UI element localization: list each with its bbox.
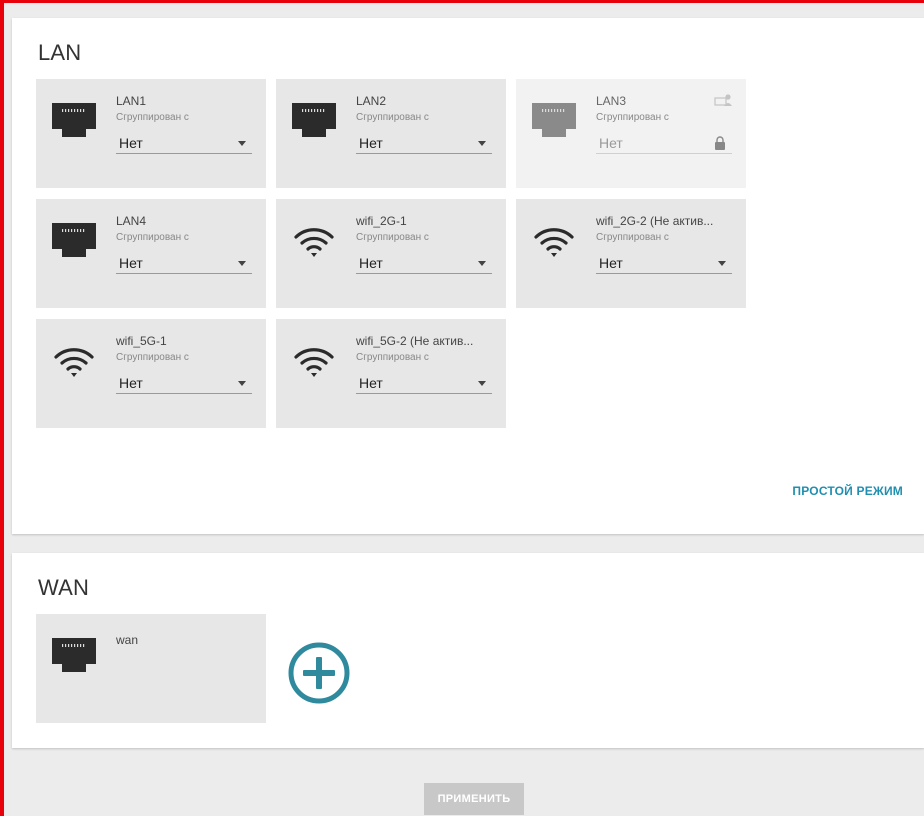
wifi-icon [54,348,94,377]
group-select-value: Нет [119,375,143,391]
group-select-value: Нет [119,135,143,151]
group-label: Сгруппирован с [356,112,429,123]
group-select[interactable]: Нет [356,131,492,154]
port-name: LAN4 [116,214,147,228]
port-name: LAN1 [116,94,147,108]
port-name: LAN3 [596,94,627,108]
port-card-wifi-2g-1: wifi_2G-1 Сгруппирован с Нет [276,199,506,308]
add-wan-button[interactable] [287,641,351,705]
dropdown-arrow-icon [478,141,486,146]
ethernet-port-icon [52,638,96,672]
dropdown-arrow-icon [238,381,246,386]
port-card-lan3: LAN3 Сгруппирован с Нет [516,79,746,188]
group-label: Сгруппирован с [596,112,669,123]
dropdown-arrow-icon [478,381,486,386]
ethernet-port-icon [532,103,576,137]
frame-left-border [0,0,4,816]
group-select[interactable]: Нет [116,131,252,154]
lan-section-title: LAN [38,40,82,65]
port-card-wifi-5g-1: wifi_5G-1 Сгруппирован с Нет [36,319,266,428]
port-card-wifi-5g-2: wifi_5G-2 (Не актив... Сгруппирован с Не… [276,319,506,428]
group-label: Сгруппирован с [356,232,429,243]
port-name: wifi_5G-2 (Не актив... [356,334,474,348]
group-select: Нет [596,131,732,154]
group-select-value: Нет [359,255,383,271]
port-card-wifi-2g-2: wifi_2G-2 (Не актив... Сгруппирован с Не… [516,199,746,308]
port-name: wifi_2G-2 (Не актив... [596,214,714,228]
port-name: wifi_5G-1 [116,334,167,348]
group-label: Сгруппирован с [356,352,429,363]
ethernet-port-icon [52,223,96,257]
dropdown-arrow-icon [718,261,726,266]
wan-panel: WAN wan [12,553,924,748]
apply-button[interactable]: ПРИМЕНИТЬ [424,783,524,815]
wifi-icon [534,228,574,257]
group-select-value: Нет [359,375,383,391]
dropdown-arrow-icon [238,141,246,146]
wifi-icon [294,228,334,257]
port-card-wan[interactable]: wan [36,614,266,723]
group-label: Сгруппирован с [116,352,189,363]
dropdown-arrow-icon [238,261,246,266]
port-name: wifi_2G-1 [356,214,407,228]
lock-icon [715,136,725,150]
group-select[interactable]: Нет [116,251,252,274]
ethernet-port-icon [52,103,96,137]
port-name: wan [116,633,139,647]
group-select-value: Нет [359,135,383,151]
group-label: Сгруппирован с [116,232,189,243]
port-card-lan1: LAN1 Сгруппирован с Нет [36,79,266,188]
dropdown-arrow-icon [478,261,486,266]
group-select-value: Нет [599,255,623,271]
group-select-value: Нет [599,135,623,151]
frame-top-border [0,0,924,3]
group-select[interactable]: Нет [356,251,492,274]
group-select[interactable]: Нет [356,371,492,394]
port-name: LAN2 [356,94,387,108]
group-select[interactable]: Нет [596,251,732,274]
port-card-lan2: LAN2 Сгруппирован с Нет [276,79,506,188]
wifi-icon [294,348,334,377]
group-select[interactable]: Нет [116,371,252,394]
simple-mode-link[interactable]: ПРОСТОЙ РЕЖИМ [792,484,903,498]
wan-section-title: WAN [38,575,90,600]
port-card-lan4: LAN4 Сгруппирован с Нет [36,199,266,308]
lan-panel: LAN LAN1 Сгруппирован с Нет LAN2 Сгруппи… [12,18,924,534]
ethernet-port-icon [292,103,336,137]
group-select-value: Нет [119,255,143,271]
group-label: Сгруппирован с [596,232,669,243]
group-label: Сгруппирован с [116,112,189,123]
